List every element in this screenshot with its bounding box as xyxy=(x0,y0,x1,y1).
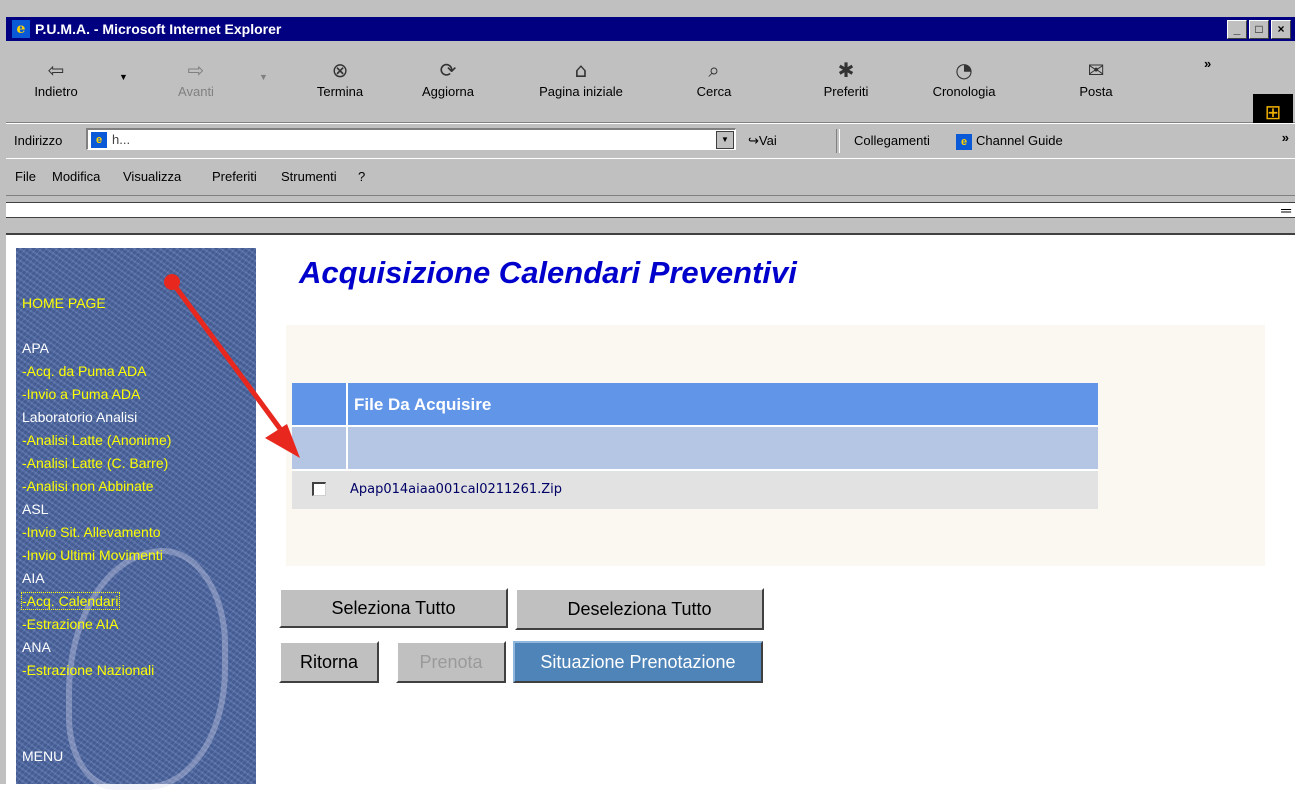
toolbar-more-chevron-icon[interactable]: » xyxy=(1204,56,1211,71)
select-all-button[interactable]: Seleziona Tutto xyxy=(279,588,508,628)
sidebar-item-invio-sit[interactable]: -Invio Sit. Allevamento xyxy=(22,524,161,540)
forward-label: Avanti xyxy=(178,84,214,99)
mail-button[interactable]: ✉ Posta xyxy=(1056,56,1136,99)
sidebar-section-ana: ANA xyxy=(22,639,51,655)
address-input[interactable]: e h... ▼ xyxy=(86,128,736,150)
channel-guide-link[interactable]: e Channel Guide xyxy=(956,133,1063,150)
favorites-icon: ✱ xyxy=(837,58,855,82)
sidebar-menu-label: MENU xyxy=(22,748,64,764)
frame-resize-icon[interactable]: ═ xyxy=(1281,202,1291,218)
table-header: File Da Acquisire xyxy=(292,383,1098,425)
refresh-label: Aggiorna xyxy=(421,84,475,99)
page-icon: e xyxy=(91,132,107,148)
forward-dropdown-icon[interactable]: ▼ xyxy=(259,72,268,82)
title-bar: e P.U.M.A. - Microsoft Internet Explorer… xyxy=(6,17,1295,41)
menu-preferiti[interactable]: Preferiti xyxy=(212,169,257,184)
search-icon: ⌕ xyxy=(708,58,720,82)
book-button[interactable]: Prenota xyxy=(396,641,506,683)
frame-strip: ═ xyxy=(6,198,1295,228)
minimize-button[interactable]: _ xyxy=(1227,20,1247,39)
sidebar-item-analisi-non-abbinate[interactable]: -Analisi non Abbinate xyxy=(22,478,154,494)
sidebar-section-aia: AIA xyxy=(22,570,45,586)
back-label: Indietro xyxy=(34,84,78,99)
sidebar-item-invio-movimenti[interactable]: -Invio Ultimi Movimenti xyxy=(22,547,163,563)
mail-icon: ✉ xyxy=(1087,58,1105,82)
menu-visualizza[interactable]: Visualizza xyxy=(123,169,181,184)
header-checkbox-cell xyxy=(292,383,348,425)
menu-modifica[interactable]: Modifica xyxy=(52,169,100,184)
page-title: Acquisizione Calendari Preventivi xyxy=(299,255,797,290)
forward-button[interactable]: ⇨ Avanti xyxy=(156,56,236,99)
address-dropdown-icon[interactable]: ▼ xyxy=(716,131,734,149)
booking-status-button[interactable]: Situazione Prenotazione xyxy=(513,641,763,683)
window-controls: _ □ × xyxy=(1227,20,1291,39)
window-title: P.U.M.A. - Microsoft Internet Explorer xyxy=(35,21,282,37)
links-label[interactable]: Collegamenti xyxy=(854,133,930,148)
address-bar: Indirizzo e h... ▼ ↪Vai Collegamenti e Ch… xyxy=(6,123,1295,159)
address-label: Indirizzo xyxy=(14,133,63,148)
sidebar-section-laboratorio: Laboratorio Analisi xyxy=(22,409,138,425)
menu-help[interactable]: ? xyxy=(358,169,365,184)
sidebar-item-acq-puma-ada[interactable]: -Acq. da Puma ADA xyxy=(22,363,147,379)
sidebar-item-acq-calendari[interactable]: -Acq. Calendari xyxy=(21,592,120,610)
refresh-button[interactable]: ⟳ Aggiorna xyxy=(408,56,488,99)
sidebar-item-analisi-anonime[interactable]: -Analisi Latte (Anonime) xyxy=(22,432,171,448)
search-button[interactable]: ⌕ Cerca xyxy=(674,56,754,99)
sidebar-item-analisi-barre[interactable]: -Analisi Latte (C. Barre) xyxy=(22,455,168,471)
sidebar-menu: HOME PAGE APA -Acq. da Puma ADA -Invio a… xyxy=(16,248,256,790)
go-button[interactable]: ↪Vai xyxy=(748,133,777,149)
sidebar-item-estrazione-aia[interactable]: -Estrazione AIA xyxy=(22,616,119,632)
sidebar-item-estrazione-nazionali[interactable]: -Estrazione Nazionali xyxy=(22,662,154,678)
refresh-icon: ⟳ xyxy=(439,58,457,82)
table-header-title: File Da Acquisire xyxy=(354,395,492,414)
home-icon: ⌂ xyxy=(574,58,588,82)
history-icon: ◔ xyxy=(955,58,973,82)
home-button[interactable]: ⌂ Pagina iniziale xyxy=(526,56,636,99)
sidebar-home-link[interactable]: HOME PAGE xyxy=(22,295,106,311)
sidebar-section-asl: ASL xyxy=(22,501,49,517)
ie-logo-icon: e xyxy=(12,20,30,38)
home-label: Pagina iniziale xyxy=(539,84,623,99)
table-row: Apap014aiaa001cal0211261.Zip xyxy=(292,469,1098,509)
table-subheader xyxy=(292,425,1098,469)
back-arrow-icon: ⇦ xyxy=(47,58,65,82)
sidebar-section-apa: APA xyxy=(22,340,49,356)
history-label: Cronologia xyxy=(932,84,996,99)
address-url: h... xyxy=(112,132,131,147)
standard-toolbar: ⇦ Indietro ▼ ⇨ Avanti ▼ ⊗ Termina ⟳ Aggi… xyxy=(6,42,1295,132)
stop-label: Termina xyxy=(316,84,364,99)
back-dropdown-icon[interactable]: ▼ xyxy=(119,72,128,82)
search-label: Cerca xyxy=(696,84,732,99)
close-button[interactable]: × xyxy=(1271,20,1291,39)
channel-guide-icon: e xyxy=(956,133,972,150)
subheader-checkbox-cell xyxy=(292,427,348,469)
file-checkbox[interactable] xyxy=(312,482,326,496)
maximize-button[interactable]: □ xyxy=(1249,20,1269,39)
stop-icon: ⊗ xyxy=(331,58,349,82)
frame-divider xyxy=(6,202,1295,218)
links-more-chevron-icon[interactable]: » xyxy=(1282,130,1289,145)
favorites-label: Preferiti xyxy=(823,84,869,99)
file-name: Apap014aiaa001cal0211261.Zip xyxy=(350,482,563,497)
mail-label: Posta xyxy=(1079,84,1113,99)
menu-strumenti[interactable]: Strumenti xyxy=(281,169,337,184)
favorites-button[interactable]: ✱ Preferiti xyxy=(806,56,886,99)
go-arrow-icon: ↪ xyxy=(748,133,759,148)
menu-bar: File Modifica Visualizza Preferiti Strum… xyxy=(6,158,1295,196)
back-button[interactable]: ⇦ Indietro xyxy=(16,56,96,99)
back-page-button[interactable]: Ritorna xyxy=(279,641,379,683)
stop-button[interactable]: ⊗ Termina xyxy=(300,56,380,99)
history-button[interactable]: ◔ Cronologia xyxy=(924,56,1004,99)
file-table: File Da Acquisire Apap014aiaa001cal02112… xyxy=(292,383,1098,509)
go-label: Vai xyxy=(758,133,777,148)
deselect-all-button[interactable]: Deseleziona Tutto xyxy=(515,588,764,630)
forward-arrow-icon: ⇨ xyxy=(187,58,205,82)
channel-guide-label: Channel Guide xyxy=(976,133,1063,148)
sidebar-item-invio-puma-ada[interactable]: -Invio a Puma ADA xyxy=(22,386,140,402)
separator xyxy=(836,129,840,153)
menu-file[interactable]: File xyxy=(15,169,36,184)
